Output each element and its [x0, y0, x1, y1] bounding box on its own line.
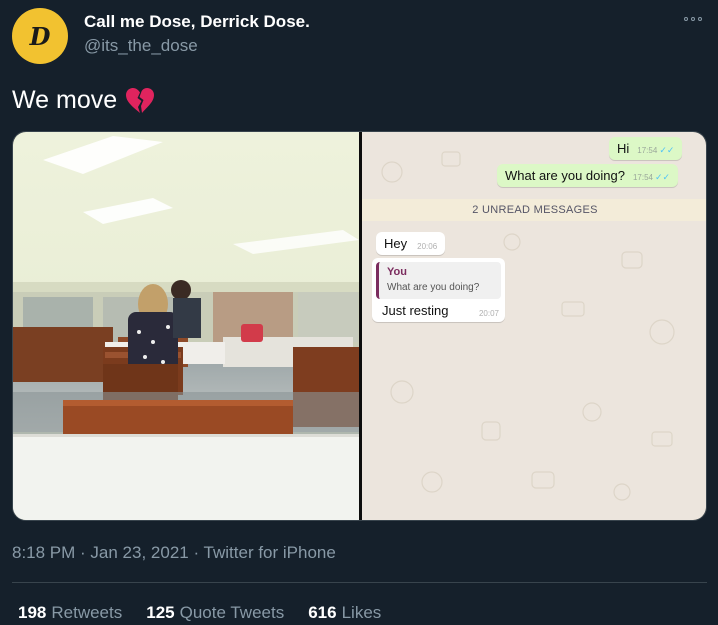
quoted-message[interactable]: You What are you doing?: [376, 262, 501, 299]
message-text: What are you doing?: [505, 168, 625, 183]
chat-bubble-outgoing[interactable]: Hi 17:54 ✓✓: [609, 137, 683, 160]
chat-bubble-outgoing[interactable]: What are you doing? 17:54 ✓✓: [497, 164, 679, 187]
source-link[interactable]: Twitter for iPhone: [204, 543, 336, 562]
tweet-text-content: We move: [12, 86, 118, 114]
likes-count: 616: [308, 603, 337, 622]
read-receipt-icon: ✓✓: [659, 145, 675, 155]
engagement-stats: 198 Retweets 125 Quote Tweets 616 Likes: [18, 603, 381, 623]
chat-bubble-reply[interactable]: You What are you doing? Just resting 20:…: [372, 258, 505, 322]
more-options-icon[interactable]: [684, 14, 708, 24]
quote-text: What are you doing?: [387, 282, 480, 293]
likes-label: Likes: [341, 603, 382, 622]
tweet-text: We move: [12, 86, 155, 115]
display-name[interactable]: Call me Dose, Derrick Dose.: [84, 12, 310, 32]
quote-sender: You: [387, 266, 407, 278]
divider: [12, 582, 707, 583]
message-time: 17:54: [632, 173, 653, 182]
message-text: Hi: [617, 141, 630, 156]
read-receipt-icon: ✓✓: [655, 172, 671, 182]
message-text: Hey: [384, 236, 408, 251]
message-time: 20:06: [417, 242, 438, 251]
food-court-photo[interactable]: [13, 132, 359, 520]
avatar-glyph: D: [29, 21, 51, 51]
separator: ·: [188, 543, 204, 562]
likes-stat[interactable]: 616 Likes: [308, 603, 381, 623]
message-time: 20:07: [478, 309, 499, 318]
tweet-metadata: 8:18 PM · Jan 23, 2021 · Twitter for iPh…: [12, 543, 336, 563]
quote-tweets-stat[interactable]: 125 Quote Tweets: [146, 603, 284, 623]
retweets-stat[interactable]: 198 Retweets: [18, 603, 122, 623]
retweets-count: 198: [18, 603, 47, 622]
timestamp[interactable]: 8:18 PM · Jan 23, 2021: [12, 543, 189, 562]
chat-wallpaper: [381, 151, 675, 501]
chat-bubble-incoming[interactable]: Hey 20:06: [376, 232, 446, 255]
media-attachment[interactable]: Hi 17:54 ✓✓ What are you doing? 17:54 ✓✓ 2…: [12, 131, 707, 521]
message-text: Just resting: [382, 303, 449, 318]
handle[interactable]: @its_the_dose: [84, 36, 198, 56]
message-time: 17:54: [637, 146, 658, 155]
quote-tweets-count: 125: [146, 603, 175, 622]
quote-tweets-label: Quote Tweets: [179, 603, 285, 622]
retweets-label: Retweets: [51, 603, 123, 622]
broken-heart-icon: [126, 87, 155, 113]
whatsapp-chat-screenshot[interactable]: Hi 17:54 ✓✓ What are you doing? 17:54 ✓✓ 2…: [362, 132, 706, 520]
unread-messages-divider: 2 UNREAD MESSAGES: [362, 199, 706, 221]
avatar[interactable]: D: [12, 8, 68, 64]
